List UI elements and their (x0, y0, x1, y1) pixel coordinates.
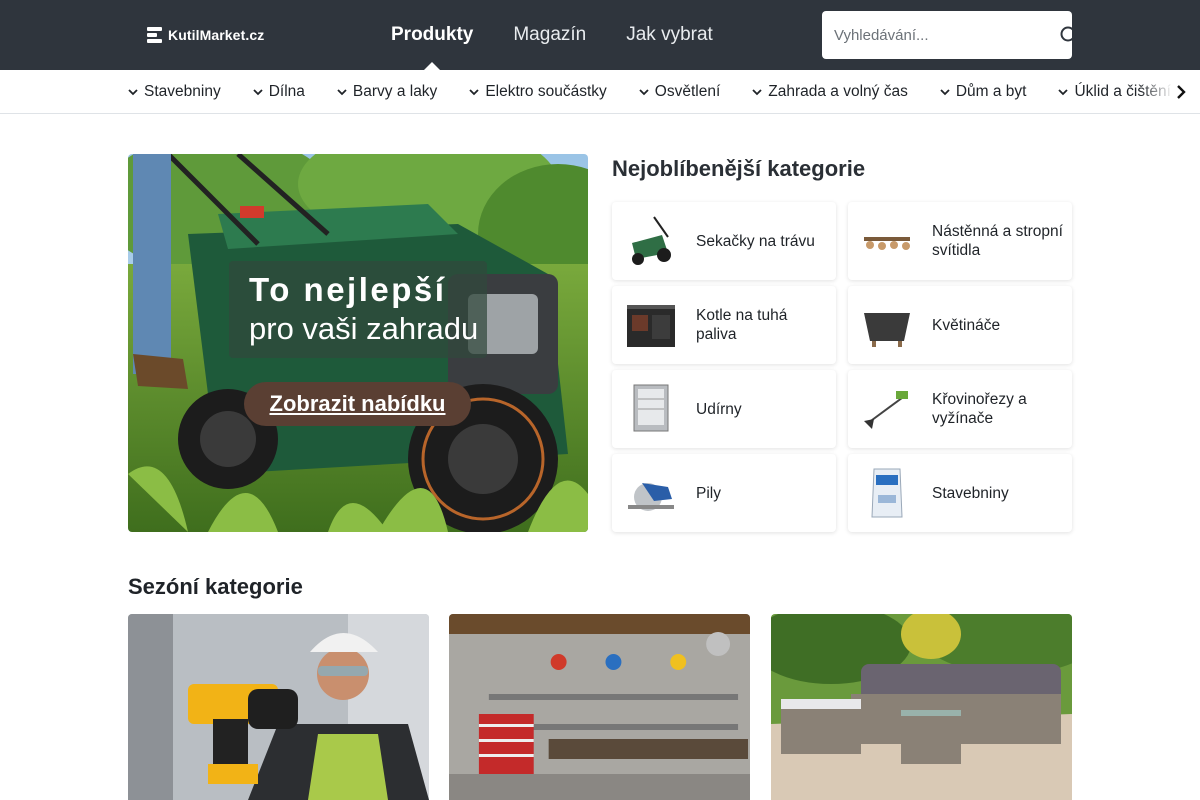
nav-magazin[interactable]: Magazín (513, 0, 586, 70)
main-nav: Produkty Magazín Jak vybrat (391, 0, 713, 70)
popular-card-krovinorezy[interactable]: Křovinořezy a vyžínače (848, 370, 1072, 448)
hero-subtitle: pro vaši zahradu (249, 311, 479, 346)
popular-card-label: Sekačky na trávu (696, 232, 815, 250)
show-offer-button[interactable]: Zobrazit nabídku (244, 382, 471, 426)
popular-card-udirny[interactable]: Udírny (612, 370, 836, 448)
chevron-down-icon (639, 88, 649, 95)
hero-banner[interactable]: To nejlepší pro vaši zahradu Zobrazit na… (128, 154, 588, 532)
lawnmower-icon (632, 216, 671, 265)
chevron-right-icon[interactable] (1174, 82, 1188, 102)
trimmer-icon (864, 391, 908, 429)
seasonal-card-garden-furniture[interactable] (771, 614, 1072, 800)
popular-card-label: Křovinořezy a vyžínače (932, 391, 1027, 427)
category-dum-a-byt[interactable]: Dům a byt (940, 70, 1027, 113)
popular-card-pily[interactable]: Pily (612, 454, 836, 532)
popular-categories-grid: Sekačky na trávu Nástěnná a stropní svít… (612, 202, 1072, 532)
seasonal-card-workshop[interactable] (449, 614, 750, 800)
chevron-down-icon (1058, 88, 1069, 95)
category-dilna[interactable]: Dílna (253, 70, 305, 113)
ceiling-light-icon (864, 237, 910, 250)
popular-card-kvetinace[interactable]: Květináče (848, 286, 1072, 364)
category-barvy-a-laky[interactable]: Barvy a laky (337, 70, 437, 113)
logo-text: KutilMarket.cz (168, 27, 265, 43)
popular-categories-title: Nejoblíbenější kategorie (612, 156, 866, 181)
chevron-down-icon (128, 88, 138, 95)
category-label: Elektro součástky (485, 82, 607, 100)
chevron-down-icon (253, 88, 263, 95)
stove-icon (627, 305, 675, 347)
smoker-icon (633, 384, 669, 432)
category-bar: Stavebniny Dílna Barvy a laky Elektro so… (0, 70, 1200, 114)
category-osvetleni[interactable]: Osvětlení (639, 70, 720, 113)
search-icon[interactable] (1060, 26, 1080, 46)
category-elektro-soucastky[interactable]: Elektro součástky (469, 70, 607, 113)
popular-card-kotle[interactable]: Kotle na tuhá paliva (612, 286, 836, 364)
circular-saw-icon (628, 483, 674, 511)
popular-card-label: Nástěnná a stropní svítidla (932, 223, 1063, 259)
popular-card-label: Pily (696, 484, 721, 502)
seasonal-card-worker[interactable] (128, 614, 429, 800)
workshop-photo (449, 614, 750, 800)
search-input[interactable] (822, 11, 1042, 59)
chevron-down-icon (337, 88, 347, 95)
popular-card-label: Udírny (696, 400, 742, 418)
category-label: Stavebniny (144, 82, 221, 100)
chevron-down-icon (752, 88, 762, 95)
cement-bag-icon (871, 468, 903, 518)
category-label: Dům a byt (955, 82, 1027, 100)
category-label: Dílna (268, 82, 305, 100)
category-label: Osvětlení (654, 82, 721, 100)
top-header: KutilMarket.cz Produkty Magazín Jak vybr… (0, 0, 1200, 70)
category-label: Zahrada a volný čas (768, 82, 908, 100)
popular-card-sekacky[interactable]: Sekačky na trávu (612, 202, 836, 280)
category-label: Barvy a laky (352, 82, 438, 100)
popular-card-label: Květináče (932, 316, 1001, 334)
nav-produkty[interactable]: Produkty (391, 0, 473, 70)
garden-furniture-photo (771, 614, 1072, 800)
popular-card-svitidla[interactable]: Nástěnná a stropní svítidla (848, 202, 1072, 280)
category-stavebniny[interactable]: Stavebniny (128, 70, 221, 113)
popular-card-stavebniny[interactable]: Stavebniny (848, 454, 1072, 532)
category-fade (1140, 70, 1200, 113)
nav-jak-vybrat[interactable]: Jak vybrat (626, 0, 713, 70)
popular-card-label: Kotle na tuhá paliva (696, 307, 788, 343)
logo-icon (147, 27, 162, 43)
category-list: Stavebniny Dílna Barvy a laky Elektro so… (128, 70, 1171, 113)
planter-icon (864, 313, 910, 347)
site-logo[interactable]: KutilMarket.cz (147, 25, 264, 45)
chevron-down-icon (940, 88, 950, 95)
hero-title: To nejlepší (249, 271, 447, 308)
category-zahrada-a-volny-cas[interactable]: Zahrada a volný čas (752, 70, 908, 113)
seasonal-categories-title: Sezóní kategorie (128, 574, 303, 599)
search-box (822, 11, 1079, 59)
chevron-down-icon (469, 88, 479, 95)
popular-card-label: Stavebniny (932, 484, 1009, 502)
worker-with-drill-photo (128, 614, 429, 800)
